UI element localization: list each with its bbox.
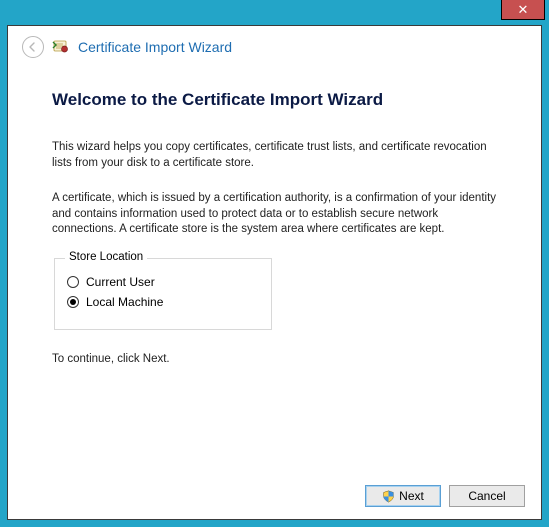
uac-shield-icon — [382, 490, 395, 503]
radio-icon — [67, 276, 79, 288]
next-button[interactable]: Next — [365, 485, 441, 507]
continue-hint: To continue, click Next. — [52, 352, 497, 368]
close-button[interactable]: ✕ — [501, 0, 545, 20]
store-location-group: Store Location Current User Local Machin… — [54, 258, 272, 330]
store-location-legend: Store Location — [65, 251, 147, 263]
radio-local-machine[interactable]: Local Machine — [67, 295, 259, 309]
wizard-content: Welcome to the Certificate Import Wizard… — [8, 72, 541, 367]
wizard-header: Certificate Import Wizard — [8, 26, 541, 72]
radio-current-user[interactable]: Current User — [67, 275, 259, 289]
intro-paragraph-2: A certificate, which is issued by a cert… — [52, 191, 497, 238]
cancel-button-label: Cancel — [468, 489, 505, 503]
cancel-button[interactable]: Cancel — [449, 485, 525, 507]
close-icon: ✕ — [518, 2, 529, 18]
radio-selected-dot-icon — [70, 299, 76, 305]
next-button-label: Next — [399, 489, 424, 503]
certificate-icon — [52, 38, 70, 56]
dialog-body: Certificate Import Wizard Welcome to the… — [7, 25, 542, 520]
wizard-footer: Next Cancel — [365, 485, 525, 507]
titlebar: ✕ — [0, 0, 549, 25]
back-arrow-icon — [28, 42, 38, 52]
radio-label: Current User — [86, 275, 155, 289]
radio-label: Local Machine — [86, 295, 163, 309]
window-frame: ✕ Certificate Import Wizard Welcome to t — [0, 0, 549, 527]
wizard-header-title: Certificate Import Wizard — [78, 39, 232, 55]
back-button[interactable] — [22, 36, 44, 58]
intro-paragraph-1: This wizard helps you copy certificates,… — [52, 140, 497, 171]
page-title: Welcome to the Certificate Import Wizard — [52, 90, 497, 110]
radio-icon — [67, 296, 79, 308]
